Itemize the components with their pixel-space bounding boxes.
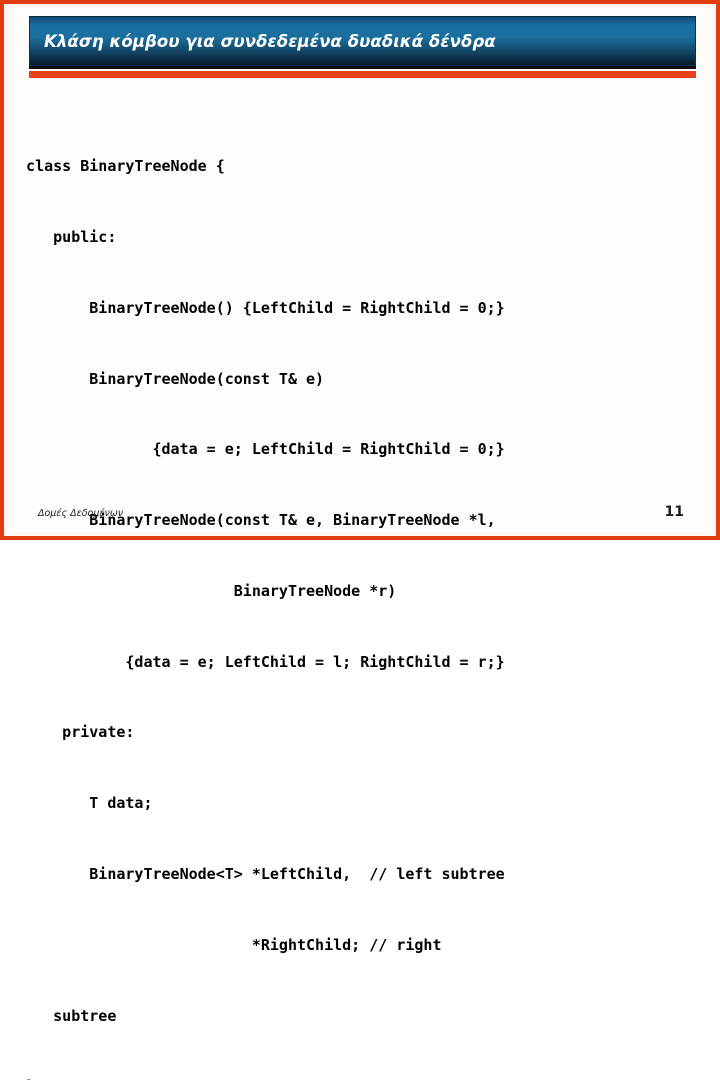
code-listing: class BinaryTreeNode { public: BinaryTre… — [8, 108, 720, 1080]
code-line: private: — [8, 723, 135, 742]
footer-course-label: Δομές Δεδομένων — [38, 508, 124, 519]
slide-canvas: Κλάση κόμβου για συνδεδεμένα δυαδικά δέν… — [8, 8, 712, 1080]
code-line: BinaryTreeNode<T> *LeftChild, // left su… — [8, 865, 505, 883]
code-line: *RightChild; // right — [8, 935, 442, 954]
slide-title-bar: Κλάση κόμβου για συνδεδεμένα δυαδικά δέν… — [29, 16, 696, 66]
title-accent-bar — [29, 71, 696, 78]
code-line: } — [8, 1075, 720, 1080]
code-line: class BinaryTreeNode { — [8, 157, 225, 176]
code-line: BinaryTreeNode() {LeftChild = RightChild… — [8, 298, 505, 317]
code-line: public: — [8, 227, 117, 246]
code-line: T data; — [8, 794, 153, 813]
code-line: {data = e; LeftChild = RightChild = 0;} — [8, 440, 505, 459]
page-number: 11 — [664, 504, 684, 520]
code-line: BinaryTreeNode(const T& e) — [8, 369, 325, 388]
page-title: Κλάση κόμβου για συνδεδεμένα δυαδικά δέν… — [44, 31, 496, 51]
code-line: BinaryTreeNode *r) — [8, 581, 397, 600]
slide-frame: Κλάση κόμβου για συνδεδεμένα δυαδικά δέν… — [0, 0, 720, 1080]
code-line: subtree — [8, 1006, 117, 1025]
code-line: {data = e; LeftChild = l; RightChild = r… — [8, 652, 505, 671]
